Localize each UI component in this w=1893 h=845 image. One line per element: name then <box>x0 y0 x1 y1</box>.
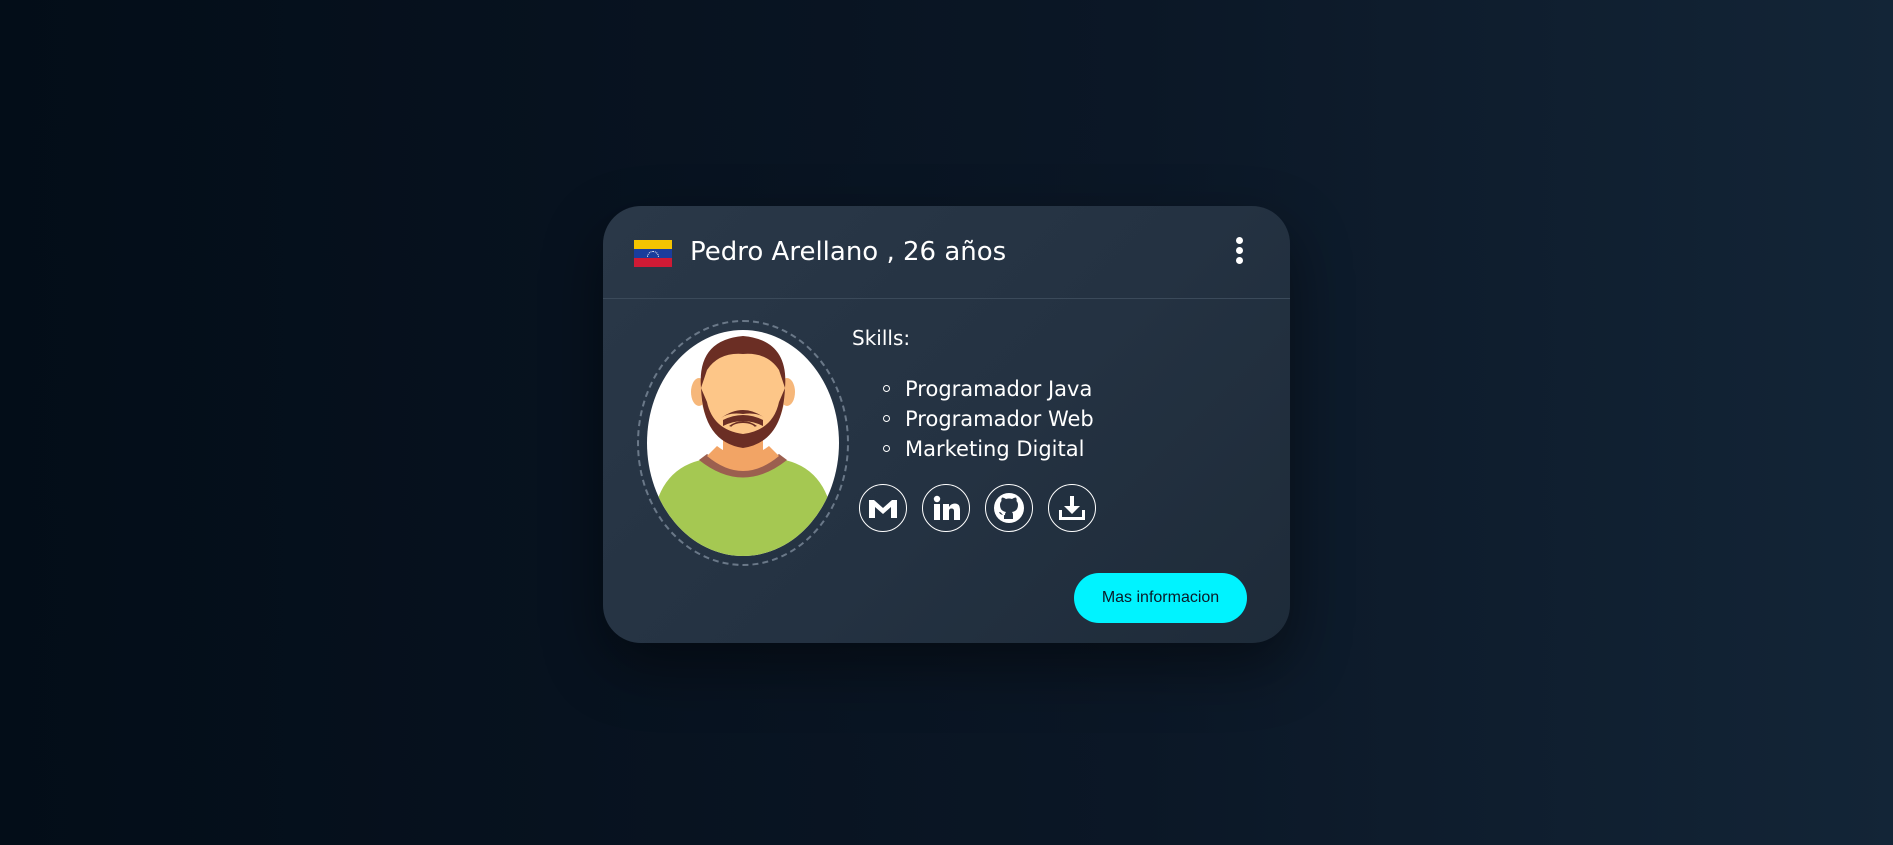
skills-heading: Skills: <box>852 326 911 350</box>
skills-list: Programador Java Programador Web Marketi… <box>883 374 1094 464</box>
card-header: Pedro Arellano , 26 años <box>603 206 1290 299</box>
avatar-frame <box>637 320 849 566</box>
skill-item: Programador Web <box>883 404 1094 434</box>
skill-item: Programador Java <box>883 374 1094 404</box>
skill-label: Programador Web <box>905 407 1094 431</box>
bullet-icon <box>883 415 890 422</box>
linkedin-button[interactable] <box>922 484 970 532</box>
social-links <box>859 484 1111 536</box>
profile-name: Pedro Arellano , 26 años <box>690 237 1007 267</box>
github-icon <box>994 493 1024 523</box>
gmail-button[interactable] <box>859 484 907 532</box>
avatar <box>647 330 839 556</box>
profile-card: Pedro Arellano , 26 años Skills: Program… <box>603 206 1290 643</box>
bullet-icon <box>883 385 890 392</box>
skill-item: Marketing Digital <box>883 434 1094 464</box>
gmail-icon <box>869 500 897 518</box>
more-info-button[interactable]: Mas informacion <box>1074 573 1247 623</box>
bullet-icon <box>883 445 890 452</box>
bearded-man-avatar-icon <box>655 336 831 556</box>
skill-label: Marketing Digital <box>905 437 1085 461</box>
github-button[interactable] <box>985 484 1033 532</box>
skill-label: Programador Java <box>905 377 1093 401</box>
kebab-menu-icon[interactable] <box>1232 237 1246 269</box>
venezuela-flag-icon <box>634 240 672 267</box>
linkedin-icon <box>933 495 960 520</box>
download-button[interactable] <box>1048 484 1096 532</box>
download-icon <box>1059 496 1085 520</box>
